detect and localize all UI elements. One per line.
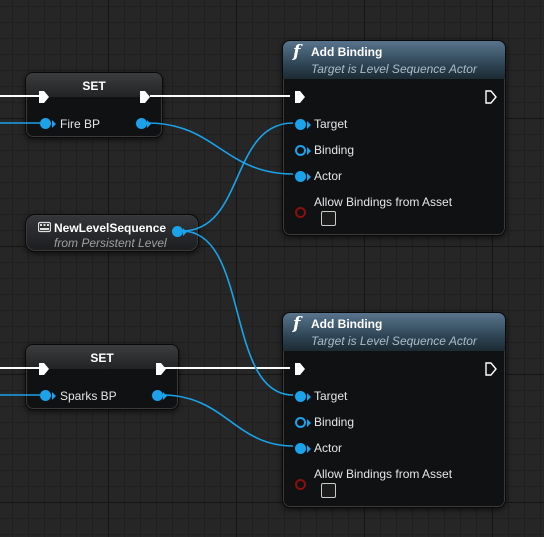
node-subtitle: from Persistent Level — [54, 236, 167, 250]
node-title: NewLevelSequence — [54, 221, 167, 235]
pin-arrow-icon — [163, 392, 167, 400]
binding-pin[interactable] — [295, 145, 306, 156]
binding-pin[interactable] — [295, 417, 306, 428]
add-binding-node-1[interactable]: f Add Binding Target is Level Sequence A… — [282, 40, 506, 236]
sparks-bp-in-pin[interactable] — [40, 390, 51, 401]
actor-label: Actor — [314, 169, 343, 183]
function-title: Add Binding — [311, 317, 383, 331]
pin-arrow-icon — [183, 228, 187, 236]
pin-arrow-icon — [147, 120, 151, 128]
fire-bp-out-pin[interactable] — [136, 118, 147, 129]
pin-arrow-icon — [52, 120, 56, 128]
target-label: Target — [314, 117, 348, 131]
pin-arrow-icon — [52, 392, 56, 400]
actor-label: Actor — [314, 441, 343, 455]
allow-bindings-label: Allow Bindings from Asset — [314, 467, 453, 481]
function-subtitle: Target is Level Sequence Actor — [311, 62, 477, 76]
exec-in-pin[interactable] — [38, 362, 50, 376]
exec-in-pin[interactable] — [38, 90, 50, 104]
pin-arrow-icon — [307, 173, 311, 181]
fire-bp-in-pin[interactable] — [40, 118, 51, 129]
function-subtitle: Target is Level Sequence Actor — [311, 334, 477, 348]
sparks-bp-out-pin[interactable] — [152, 390, 163, 401]
set-node-sparks-bp[interactable]: SET Sparks BP — [25, 344, 179, 410]
sequence-out-pin[interactable] — [172, 226, 183, 237]
sparks-bp-label: Sparks BP — [60, 389, 117, 403]
add-binding-node-2[interactable]: f Add Binding Target is Level Sequence A… — [282, 312, 506, 508]
allow-bindings-pin[interactable] — [295, 479, 306, 490]
fire-bp-label: Fire BP — [60, 117, 101, 131]
wire-seq-to-target2 — [181, 230, 294, 396]
wire-fire-to-actor1 — [147, 122, 294, 175]
pin-arrow-icon — [307, 121, 311, 129]
target-pin[interactable] — [295, 119, 306, 130]
pin-arrow-icon — [307, 393, 311, 401]
exec-out-pin[interactable] — [485, 362, 497, 376]
actor-pin[interactable] — [295, 443, 306, 454]
binding-label: Binding — [314, 415, 355, 429]
allow-bindings-label: Allow Bindings from Asset — [314, 195, 453, 209]
exec-in-pin[interactable] — [294, 362, 306, 376]
exec-in-pin[interactable] — [294, 90, 306, 104]
exec-out-pin[interactable] — [139, 90, 151, 104]
function-icon: f — [293, 314, 301, 334]
set-node-fire-bp[interactable]: SET Fire BP — [25, 72, 163, 138]
get-new-level-sequence-node[interactable]: NewLevelSequence from Persistent Level — [25, 214, 199, 252]
pin-arrow-icon — [307, 445, 311, 453]
pin-arrow-icon — [307, 147, 311, 155]
allow-bindings-checkbox[interactable] — [321, 483, 336, 498]
pin-arrow-icon — [307, 419, 311, 427]
allow-bindings-checkbox[interactable] — [321, 211, 336, 226]
allow-bindings-pin[interactable] — [295, 207, 306, 218]
target-pin[interactable] — [295, 391, 306, 402]
binding-label: Binding — [314, 143, 355, 157]
target-label: Target — [314, 389, 348, 403]
function-header: f Add Binding Target is Level Sequence A… — [283, 41, 505, 79]
wire-seq-to-target1 — [181, 122, 294, 232]
actor-pin[interactable] — [295, 171, 306, 182]
function-title: Add Binding — [311, 45, 383, 59]
level-sequence-icon — [38, 221, 51, 233]
wire-sparks-to-actor2 — [161, 394, 294, 447]
function-header: f Add Binding Target is Level Sequence A… — [283, 313, 505, 351]
exec-out-pin[interactable] — [485, 90, 497, 104]
function-icon: f — [293, 42, 301, 62]
exec-out-pin[interactable] — [155, 362, 167, 376]
